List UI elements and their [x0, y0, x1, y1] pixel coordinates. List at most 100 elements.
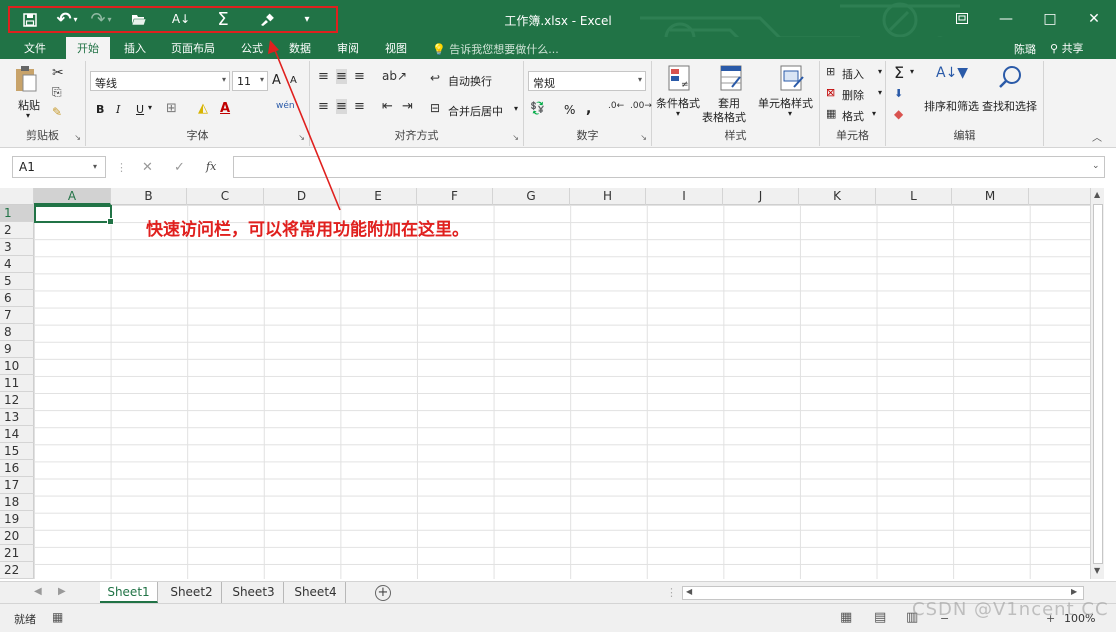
column-header[interactable]: J: [723, 188, 799, 205]
page-layout-view-icon[interactable]: ▤: [874, 610, 886, 625]
font-size-combobox[interactable]: 11 ▾: [232, 71, 268, 91]
underline-button[interactable]: U: [136, 103, 144, 116]
column-header[interactable]: I: [646, 188, 723, 205]
row-header[interactable]: 6: [0, 290, 34, 307]
row-header[interactable]: 22: [0, 562, 34, 579]
vertical-scroll-thumb[interactable]: [1093, 204, 1103, 564]
underline-dropdown-icon[interactable]: ▾: [148, 103, 152, 112]
tab-split-grip-icon[interactable]: ⋮: [666, 586, 677, 599]
increase-decimal-icon[interactable]: .0←: [608, 101, 624, 111]
copy-icon[interactable]: ⎘: [52, 85, 62, 100]
comma-button[interactable]: ,: [586, 101, 591, 117]
cell-styles-button[interactable]: 单元格样式 ▾: [758, 65, 820, 125]
prev-sheet-icon[interactable]: ◀: [34, 586, 42, 597]
macro-record-icon[interactable]: ▦: [52, 610, 63, 624]
align-right-icon[interactable]: ≡: [354, 99, 365, 114]
row-header[interactable]: 19: [0, 511, 34, 528]
row-header[interactable]: 13: [0, 409, 34, 426]
sheet-tab-sheet3[interactable]: Sheet3: [224, 582, 284, 603]
column-header[interactable]: A: [34, 188, 111, 205]
column-header[interactable]: G: [493, 188, 570, 205]
alignment-launcher-icon[interactable]: ↘: [512, 133, 519, 142]
close-button[interactable]: ✕: [1072, 0, 1116, 37]
align-middle-icon[interactable]: ≡: [336, 69, 347, 84]
currency-icon[interactable]: 💱: [530, 101, 545, 115]
bold-button[interactable]: B: [96, 103, 104, 116]
row-header[interactable]: 2: [0, 222, 34, 239]
format-painter-icon[interactable]: ✎: [52, 105, 62, 119]
tab-formulas[interactable]: 公式: [232, 37, 272, 59]
row-header[interactable]: 20: [0, 528, 34, 545]
align-bottom-icon[interactable]: ≡: [354, 69, 365, 84]
tab-home[interactable]: 开始: [66, 37, 110, 59]
sheet-tab-sheet2[interactable]: Sheet2: [162, 582, 222, 603]
number-format-combobox[interactable]: 常规 ▾: [528, 71, 646, 91]
scroll-right-icon[interactable]: ▶: [1071, 587, 1077, 596]
row-header[interactable]: 8: [0, 324, 34, 341]
italic-button[interactable]: I: [116, 103, 120, 116]
row-header[interactable]: 12: [0, 392, 34, 409]
align-left-icon[interactable]: ≡: [318, 99, 329, 114]
font-color-icon[interactable]: A: [220, 101, 230, 116]
row-header[interactable]: 10: [0, 358, 34, 375]
tab-page-layout[interactable]: 页面布局: [164, 37, 222, 59]
font-launcher-icon[interactable]: ↘: [298, 133, 305, 142]
ribbon-display-options-button[interactable]: [940, 0, 984, 37]
column-header[interactable]: H: [570, 188, 646, 205]
wrap-text-button[interactable]: ↩ 自动换行: [428, 71, 518, 89]
column-header[interactable]: F: [417, 188, 493, 205]
column-header[interactable]: C: [187, 188, 264, 205]
formula-input[interactable]: [233, 156, 1105, 178]
row-header[interactable]: 14: [0, 426, 34, 443]
shrink-font-button[interactable]: A: [290, 75, 297, 86]
row-header[interactable]: 15: [0, 443, 34, 460]
new-sheet-button[interactable]: +: [375, 585, 391, 601]
format-as-table-button[interactable]: 套用 表格格式: [702, 65, 758, 125]
tab-data[interactable]: 数据: [280, 37, 320, 59]
user-name[interactable]: 陈璐: [1014, 41, 1036, 57]
sheet-tab-sheet1[interactable]: Sheet1: [100, 582, 158, 603]
tab-view[interactable]: 视图: [376, 37, 416, 59]
column-header[interactable]: K: [799, 188, 876, 205]
conditional-formatting-button[interactable]: ≠ 条件格式 ▾: [654, 65, 704, 125]
minimize-button[interactable]: —: [984, 0, 1028, 37]
column-header[interactable]: E: [340, 188, 417, 205]
number-launcher-icon[interactable]: ↘: [640, 133, 647, 142]
sheet-tab-sheet4[interactable]: Sheet4: [286, 582, 346, 603]
paste-dropdown-icon[interactable]: ▾: [26, 111, 30, 120]
delete-cells-button[interactable]: ⊠ 删除 ▾: [826, 86, 884, 104]
row-header[interactable]: 18: [0, 494, 34, 511]
fill-icon[interactable]: ⬇: [894, 87, 903, 100]
format-cells-button[interactable]: ▦ 格式 ▾: [826, 107, 884, 125]
row-header[interactable]: 11: [0, 375, 34, 392]
clipboard-launcher-icon[interactable]: ↘: [74, 133, 81, 142]
merge-center-button[interactable]: ⊟ 合并后居中 ▾: [428, 101, 522, 119]
cancel-entry-button[interactable]: ✕: [142, 160, 153, 175]
tell-me-search[interactable]: 💡 告诉我您想要做什么...: [432, 41, 559, 57]
row-header[interactable]: 17: [0, 477, 34, 494]
normal-view-icon[interactable]: ▦: [840, 610, 852, 625]
tab-review[interactable]: 审阅: [328, 37, 368, 59]
active-cell-a1[interactable]: [34, 205, 114, 225]
row-header[interactable]: 21: [0, 545, 34, 562]
select-all-corner[interactable]: [0, 188, 34, 205]
row-header[interactable]: 5: [0, 273, 34, 290]
expand-formula-bar-icon[interactable]: ⌄: [1092, 161, 1100, 171]
tab-insert[interactable]: 插入: [114, 37, 156, 59]
column-header[interactable]: M: [952, 188, 1029, 205]
find-select-button[interactable]: 查找和选择: [982, 65, 1042, 125]
phonetic-guide-icon[interactable]: wén: [276, 101, 295, 111]
worksheet-grid[interactable]: [34, 205, 1090, 579]
align-top-icon[interactable]: ≡: [318, 69, 329, 84]
row-header[interactable]: 7: [0, 307, 34, 324]
share-button[interactable]: ⚲ 共享: [1050, 40, 1084, 56]
fill-color-icon[interactable]: ◭: [198, 101, 208, 116]
vertical-scrollbar[interactable]: ▲ ▼: [1090, 188, 1104, 579]
column-header[interactable]: L: [876, 188, 952, 205]
borders-icon[interactable]: ⊞: [166, 101, 177, 116]
column-header[interactable]: D: [264, 188, 340, 205]
orientation-icon[interactable]: ab↗: [382, 69, 407, 83]
decrease-indent-icon[interactable]: ⇤: [382, 99, 393, 114]
grow-font-button[interactable]: A: [272, 73, 281, 88]
tab-file[interactable]: 文件: [14, 37, 56, 59]
